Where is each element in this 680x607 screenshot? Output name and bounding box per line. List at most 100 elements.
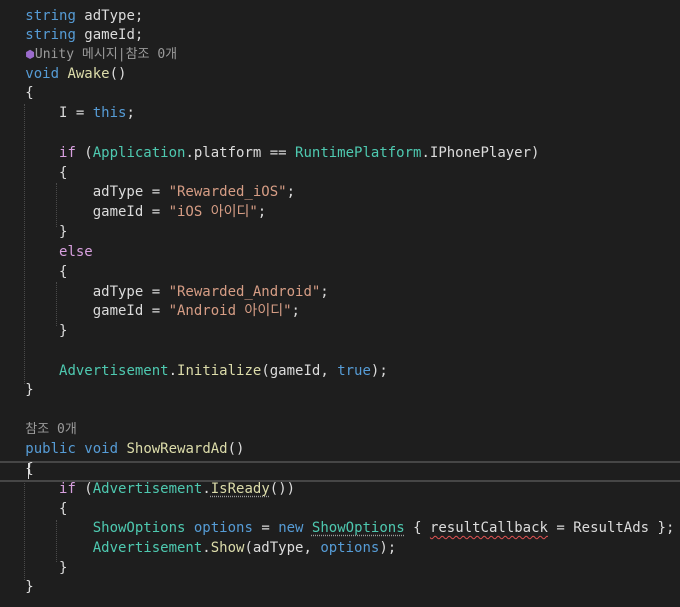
punctuation: ()): [269, 481, 296, 497]
brace: }: [59, 560, 68, 576]
punctuation: .: [202, 540, 211, 556]
punctuation: (): [109, 66, 127, 82]
punctuation: ;: [257, 204, 267, 220]
code-line: {: [0, 500, 680, 519]
string-literal: "iOS 아이디": [168, 204, 258, 220]
code-line: }: [0, 559, 680, 578]
code-text: (: [75, 481, 93, 497]
string-literal: "Rewarded_iOS": [168, 184, 287, 200]
identifier: adType;: [75, 8, 144, 24]
brace: {: [59, 264, 68, 280]
keyword: void: [75, 441, 119, 457]
brace: {: [25, 85, 34, 101]
method-name: Awake: [67, 66, 110, 82]
punctuation: ;: [126, 105, 135, 121]
punctuation: (): [227, 441, 245, 457]
code-line: else: [0, 243, 680, 262]
control-keyword: if: [59, 145, 76, 161]
brace: }: [25, 579, 34, 595]
code-line: ShowOptions options = new ShowOptions { …: [0, 519, 680, 538]
code-line: void Awake(): [0, 65, 680, 84]
code-line: string gameId;: [0, 26, 680, 45]
code-line: I = this;: [0, 104, 680, 123]
type-name: Advertisement: [92, 540, 203, 556]
type-name: ShowOptions: [311, 520, 405, 536]
code-text: gameId =: [92, 204, 169, 220]
keyword: void: [25, 66, 60, 82]
string-literal: "Android 아이디": [168, 303, 292, 319]
punctuation: );: [379, 540, 397, 556]
code-text: adType =: [92, 184, 169, 200]
brace: }: [25, 382, 34, 398]
punctuation: .: [168, 363, 178, 379]
code-text: gameId =: [92, 303, 169, 319]
code-line: gameId = "iOS 아이디";: [0, 203, 680, 222]
brace: {: [59, 165, 68, 181]
code-line: }: [0, 223, 680, 242]
unity-icon: ⬢: [25, 48, 35, 61]
keyword: string: [25, 8, 76, 24]
code-line: adType = "Rewarded_iOS";: [0, 183, 680, 202]
text-caret: [28, 463, 29, 479]
type-name: RuntimePlatform: [295, 145, 422, 161]
punctuation: );: [370, 363, 388, 379]
code-line: {: [0, 84, 680, 103]
code-line: }: [0, 381, 680, 400]
code-line: {: [0, 164, 680, 183]
keyword: string: [25, 27, 76, 43]
code-text: (gameId,: [261, 363, 338, 379]
punctuation: ;: [320, 284, 329, 300]
code-text: (adType,: [244, 540, 321, 556]
punctuation: ;: [291, 303, 300, 319]
string-literal: "Rewarded_Android": [168, 284, 321, 300]
method-name: Show: [210, 540, 245, 556]
type-name: Application: [92, 145, 186, 161]
keyword: public: [25, 441, 76, 457]
code-editor[interactable]: string adType; string gameId; ⬢Unity 메시지…: [0, 0, 680, 607]
keyword: true: [337, 363, 371, 379]
brace: {: [25, 461, 34, 477]
code-line: if (Advertisement.IsReady()): [0, 480, 680, 499]
method-name: IsReady: [210, 481, 270, 497]
code-line: }: [0, 322, 680, 341]
code-line: gameId = "Android 아이디";: [0, 302, 680, 321]
brace: }: [59, 224, 68, 240]
code-text: .platform ==: [185, 145, 296, 161]
identifier: gameId;: [75, 27, 144, 43]
codelens-references[interactable]: 참조 0개: [25, 422, 77, 437]
type-name: Advertisement: [59, 363, 169, 379]
code-line: {: [0, 263, 680, 282]
code-line: }: [0, 578, 680, 597]
punctuation: .: [202, 481, 211, 497]
keyword: new: [278, 520, 304, 536]
variable: options: [320, 540, 380, 556]
code-text: (: [75, 145, 93, 161]
method-name: Initialize: [177, 363, 262, 379]
punctuation: ;: [286, 184, 296, 200]
code-text: {: [404, 520, 430, 536]
type-name: ShowOptions: [92, 520, 186, 536]
brace: }: [59, 323, 68, 339]
code-line: string adType;: [0, 7, 680, 26]
code-line: Advertisement.Show(adType, options);: [0, 539, 680, 558]
code-line: adType = "Rewarded_Android";: [0, 283, 680, 302]
code-line: Advertisement.Initialize(gameId, true);: [0, 362, 680, 381]
code-text: = ResultAds };: [547, 520, 675, 536]
control-keyword: if: [59, 481, 76, 497]
type-name: Advertisement: [92, 481, 203, 497]
code-line: if (Application.platform == RuntimePlatf…: [0, 144, 680, 163]
codelens-line: 참조 0개: [0, 420, 680, 439]
keyword: this: [92, 105, 127, 121]
code-text: adType =: [92, 284, 169, 300]
codelens-references[interactable]: Unity 메시지|참조 0개: [35, 47, 177, 62]
method-name: ShowRewardAd: [126, 441, 228, 457]
code-text: I =: [59, 105, 93, 121]
error-identifier[interactable]: resultCallback: [430, 520, 548, 536]
variable: options: [193, 520, 253, 536]
codelens-line: ⬢Unity 메시지|참조 0개: [0, 45, 680, 64]
brace: {: [59, 501, 68, 517]
code-text: .IPhonePlayer): [421, 145, 540, 161]
code-line: {: [0, 460, 680, 479]
